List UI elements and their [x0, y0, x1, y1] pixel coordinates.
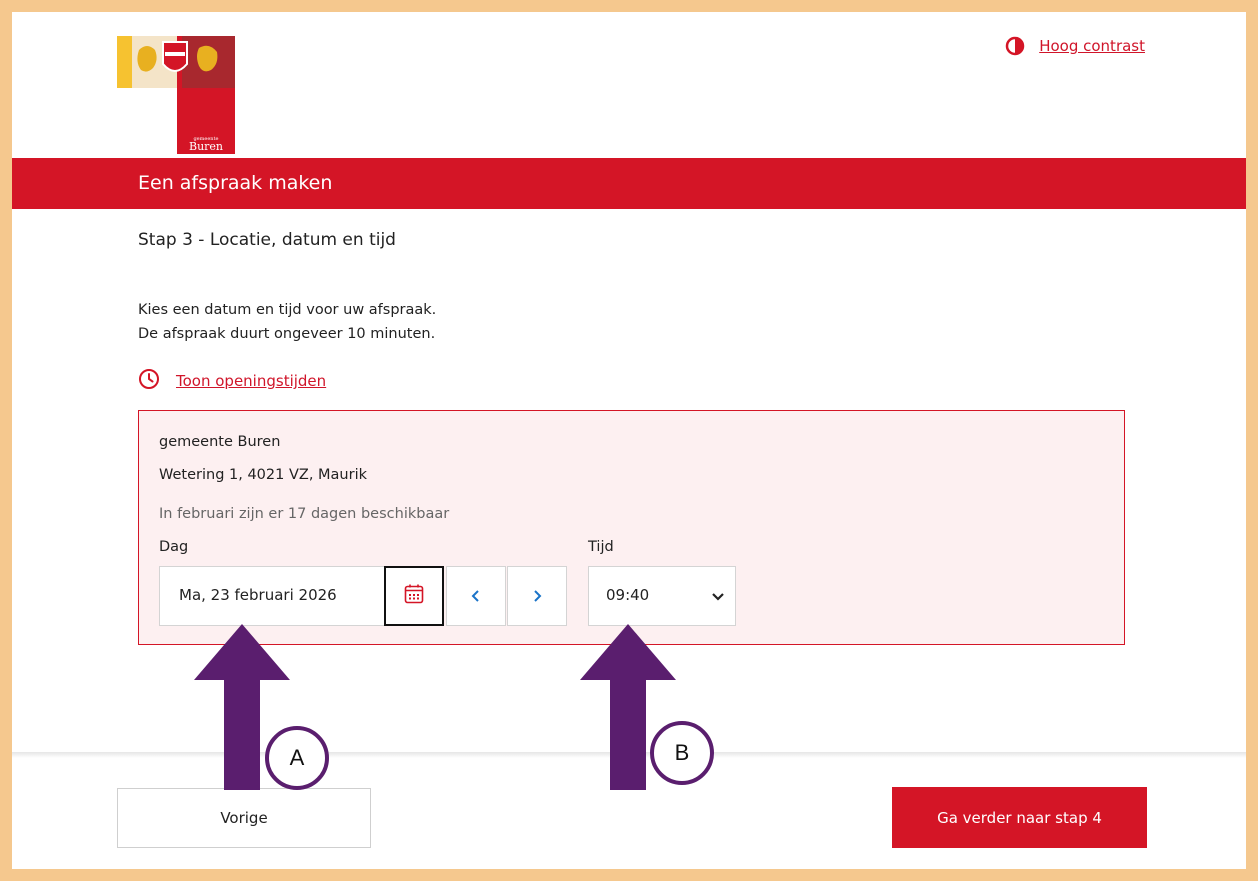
chevron-left-icon	[469, 584, 483, 608]
intro-line-1: Kies een datum en tijd voor uw afspraak.	[138, 302, 437, 318]
banner-title: Een afspraak maken	[138, 172, 333, 194]
step-title: Stap 3 - Locatie, datum en tijd	[138, 230, 396, 250]
time-label: Tijd	[588, 539, 614, 555]
time-value: 09:40	[606, 586, 650, 604]
location-name: gemeente Buren	[159, 434, 281, 450]
page-frame: gemeente Buren Hoog contrast Een afspraa…	[12, 12, 1246, 869]
previous-day-button[interactable]	[446, 566, 506, 626]
availability-text: In februari zijn er 17 dagen beschikbaar	[159, 506, 450, 522]
annotation-marker-a: A	[265, 726, 329, 790]
contrast-link[interactable]: Hoog contrast	[1039, 37, 1145, 55]
contrast-icon	[1005, 36, 1025, 56]
intro-line-2: De afspraak duurt ongeveer 10 minuten.	[138, 326, 436, 342]
logo-text: Buren	[189, 140, 223, 153]
location-card: gemeente Buren Wetering 1, 4021 VZ, Maur…	[138, 410, 1125, 645]
clock-icon	[138, 368, 160, 394]
chevron-right-icon	[530, 584, 544, 608]
previous-step-button[interactable]: Vorige	[117, 788, 371, 848]
date-input[interactable]: Ma, 23 februari 2026	[159, 566, 385, 626]
calendar-icon	[403, 583, 425, 609]
municipality-logo[interactable]: gemeente Buren	[117, 36, 235, 154]
calendar-button[interactable]	[384, 566, 444, 626]
next-day-button[interactable]	[507, 566, 567, 626]
time-select[interactable]: 09:40	[588, 566, 736, 626]
day-label: Dag	[159, 539, 189, 555]
opening-hours-link[interactable]: Toon openingstijden	[176, 372, 326, 390]
location-address: Wetering 1, 4021 VZ, Maurik	[159, 467, 368, 483]
opening-hours-toggle[interactable]: Toon openingstijden	[138, 368, 326, 394]
next-step-button[interactable]: Ga verder naar stap 4	[892, 787, 1147, 848]
contrast-toggle[interactable]: Hoog contrast	[1005, 36, 1145, 56]
page-banner: Een afspraak maken	[12, 158, 1246, 209]
chevron-down-icon	[711, 589, 725, 603]
annotation-marker-b: B	[650, 721, 714, 785]
intro-text: Kies een datum en tijd voor uw afspraak.…	[138, 298, 436, 346]
